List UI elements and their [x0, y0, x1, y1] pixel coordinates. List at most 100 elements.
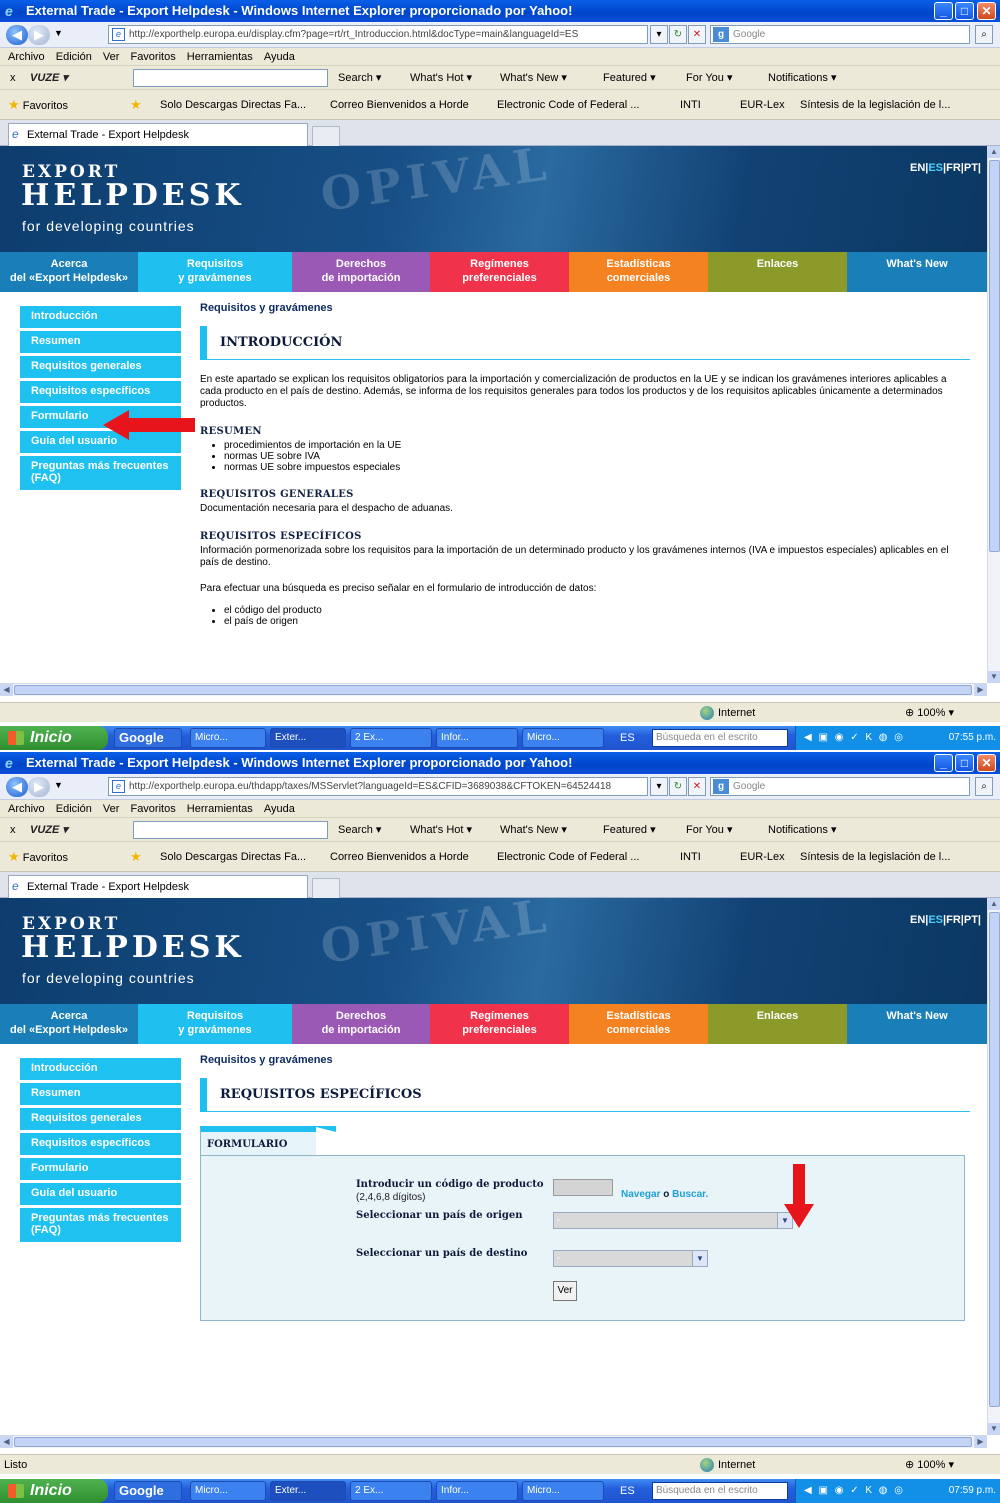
nav-whats-new[interactable]: What's New	[847, 252, 987, 292]
nav-requisitos[interactable]: Requisitos y gravámenes	[138, 252, 292, 292]
ver-button[interactable]: Ver	[553, 1281, 577, 1301]
url-input[interactable]: e http://exporthelp.europa.eu/display.cfm…	[108, 25, 648, 44]
taskbar-btn-1[interactable]: Micro...	[190, 728, 266, 748]
add-favorite-icon[interactable]: ★	[130, 90, 142, 121]
product-code-input[interactable]	[553, 1179, 613, 1196]
url-dropdown-button[interactable]: ▾	[650, 25, 668, 44]
nav-derechos[interactable]: Derechos de importación	[292, 1004, 430, 1044]
start-button[interactable]: Inicio	[0, 1479, 108, 1503]
taskbar-btn-5[interactable]: Micro...	[522, 1481, 604, 1501]
favorites-button[interactable]: ★ Favoritos	[8, 90, 68, 121]
taskbar-btn-2[interactable]: Exter...	[270, 1481, 346, 1501]
nav-acerca[interactable]: Acerca del «Export Helpdesk»	[0, 1004, 138, 1044]
vuze-notifications-button[interactable]: Notifications ▾	[768, 66, 837, 90]
search-go-button[interactable]: ⌕	[975, 25, 993, 44]
vuze-whats-new-button[interactable]: What's New ▾	[500, 66, 567, 90]
browser-tab[interactable]: e External Trade - Export Helpdesk	[8, 875, 308, 898]
minimize-button[interactable]: _	[934, 754, 953, 772]
vuze-notifications-button[interactable]: Notifications ▾	[768, 818, 837, 842]
stop-button[interactable]: ✕	[688, 777, 706, 796]
close-button[interactable]: ✕	[977, 754, 996, 772]
close-button[interactable]: ✕	[977, 2, 996, 20]
menu-archivo[interactable]: Archivo	[8, 803, 45, 815]
tray-icons[interactable]: ◀ ▣ ◉ ✓ K ◍ ◎	[804, 1479, 905, 1503]
leftnav-faq[interactable]: Preguntas más frecuentes (FAQ)	[20, 1208, 181, 1243]
vuze-logo[interactable]: VUZE ▾	[30, 66, 68, 90]
zoom-control[interactable]: ⊕ 100% ▾	[905, 1455, 954, 1475]
history-dropdown-icon[interactable]: ▼	[54, 28, 63, 38]
vuze-close-icon[interactable]: x	[10, 818, 16, 842]
desktop-search-input[interactable]: Búsqueda en el escrito	[652, 729, 788, 747]
fav-link-4[interactable]: INTI	[680, 90, 701, 120]
taskbar-btn-4[interactable]: Infor...	[436, 1481, 518, 1501]
lang-fr[interactable]: FR	[946, 914, 961, 926]
menu-favoritos[interactable]: Favoritos	[130, 51, 175, 63]
leftnav-requisitos-especificos[interactable]: Requisitos específicos	[20, 381, 181, 404]
leftnav-requisitos-generales[interactable]: Requisitos generales	[20, 1108, 181, 1131]
vuze-logo[interactable]: VUZE ▾	[30, 818, 68, 842]
vuze-whats-hot-button[interactable]: What's Hot ▾	[410, 66, 472, 90]
fav-link-4[interactable]: INTI	[680, 842, 701, 872]
vuze-search-button[interactable]: Search ▾	[338, 66, 381, 90]
lang-es[interactable]: ES	[928, 914, 943, 926]
nav-regimenes[interactable]: Regímenes preferenciales	[430, 252, 569, 292]
fav-link-6[interactable]: Síntesis de la legislación de l...	[800, 90, 950, 120]
leftnav-introduccion[interactable]: Introducción	[20, 306, 181, 329]
tray-icons[interactable]: ◀ ▣ ◉ ✓ K ◍ ◎	[804, 726, 905, 750]
lang-en[interactable]: EN	[910, 162, 925, 174]
fav-link-6[interactable]: Síntesis de la legislación de l...	[800, 842, 950, 872]
fav-link-1[interactable]: Solo Descargas Directas Fa...	[160, 90, 306, 120]
vuze-for-you-button[interactable]: For You ▾	[686, 66, 733, 90]
forward-button[interactable]: ▶	[28, 25, 50, 45]
back-button[interactable]: ◀	[6, 25, 28, 45]
leftnav-faq[interactable]: Preguntas más frecuentes (FAQ)	[20, 456, 181, 491]
vuze-search-input[interactable]	[133, 69, 328, 87]
minimize-button[interactable]: _	[934, 2, 953, 20]
browser-tab[interactable]: e External Trade - Export Helpdesk	[8, 123, 308, 146]
lang-es[interactable]: ES	[928, 162, 943, 174]
menu-archivo[interactable]: Archivo	[8, 51, 45, 63]
stop-button[interactable]: ✕	[688, 25, 706, 44]
fav-link-1[interactable]: Solo Descargas Directas Fa...	[160, 842, 306, 872]
vuze-close-icon[interactable]: x	[10, 66, 16, 90]
refresh-button[interactable]: ↻	[669, 25, 687, 44]
vuze-search-button[interactable]: Search ▾	[338, 818, 381, 842]
search-go-button[interactable]: ⌕	[975, 777, 993, 796]
leftnav-guia-usuario[interactable]: Guía del usuario	[20, 1183, 181, 1206]
leftnav-formulario[interactable]: Formulario	[20, 1158, 181, 1181]
menu-ver[interactable]: Ver	[103, 51, 120, 63]
scroll-down-icon[interactable]: ▼	[988, 1423, 1000, 1435]
language-indicator[interactable]: ES	[620, 1479, 635, 1503]
nav-enlaces[interactable]: Enlaces	[708, 252, 847, 292]
history-dropdown-icon[interactable]: ▼	[54, 780, 63, 790]
menu-herramientas[interactable]: Herramientas	[187, 51, 253, 63]
add-favorite-icon[interactable]: ★	[130, 842, 142, 873]
maximize-button[interactable]: □	[955, 754, 974, 772]
url-dropdown-button[interactable]: ▾	[650, 777, 668, 796]
nav-whats-new[interactable]: What's New	[847, 1004, 987, 1044]
nav-enlaces[interactable]: Enlaces	[708, 1004, 847, 1044]
vuze-featured-button[interactable]: Featured ▾	[603, 818, 656, 842]
scroll-thumb[interactable]	[989, 160, 1000, 552]
leftnav-requisitos-especificos[interactable]: Requisitos específicos	[20, 1133, 181, 1156]
desktop-search-input[interactable]: Búsqueda en el escrito	[652, 1482, 788, 1500]
scroll-down-icon[interactable]: ▼	[988, 671, 1000, 683]
vertical-scrollbar[interactable]: ▲ ▼	[987, 898, 1000, 1435]
fav-link-5[interactable]: EUR-Lex	[740, 90, 785, 120]
leftnav-resumen[interactable]: Resumen	[20, 1083, 181, 1106]
scroll-thumb[interactable]	[989, 912, 1000, 1407]
nav-acerca[interactable]: Acerca del «Export Helpdesk»	[0, 252, 138, 292]
back-button[interactable]: ◀	[6, 777, 28, 797]
taskbar-btn-4[interactable]: Infor...	[436, 728, 518, 748]
nav-derechos[interactable]: Derechos de importación	[292, 252, 430, 292]
leftnav-requisitos-generales[interactable]: Requisitos generales	[20, 356, 181, 379]
taskbar-btn-5[interactable]: Micro...	[522, 728, 604, 748]
fav-link-3[interactable]: Electronic Code of Federal ...	[497, 842, 639, 872]
leftnav-introduccion[interactable]: Introducción	[20, 1058, 181, 1081]
vuze-featured-button[interactable]: Featured ▾	[603, 66, 656, 90]
vuze-whats-new-button[interactable]: What's New ▾	[500, 818, 567, 842]
new-tab-button[interactable]	[312, 126, 340, 146]
destination-select[interactable]: - ▼	[553, 1250, 708, 1267]
vuze-whats-hot-button[interactable]: What's Hot ▾	[410, 818, 472, 842]
taskbar-btn-1[interactable]: Micro...	[190, 1481, 266, 1501]
